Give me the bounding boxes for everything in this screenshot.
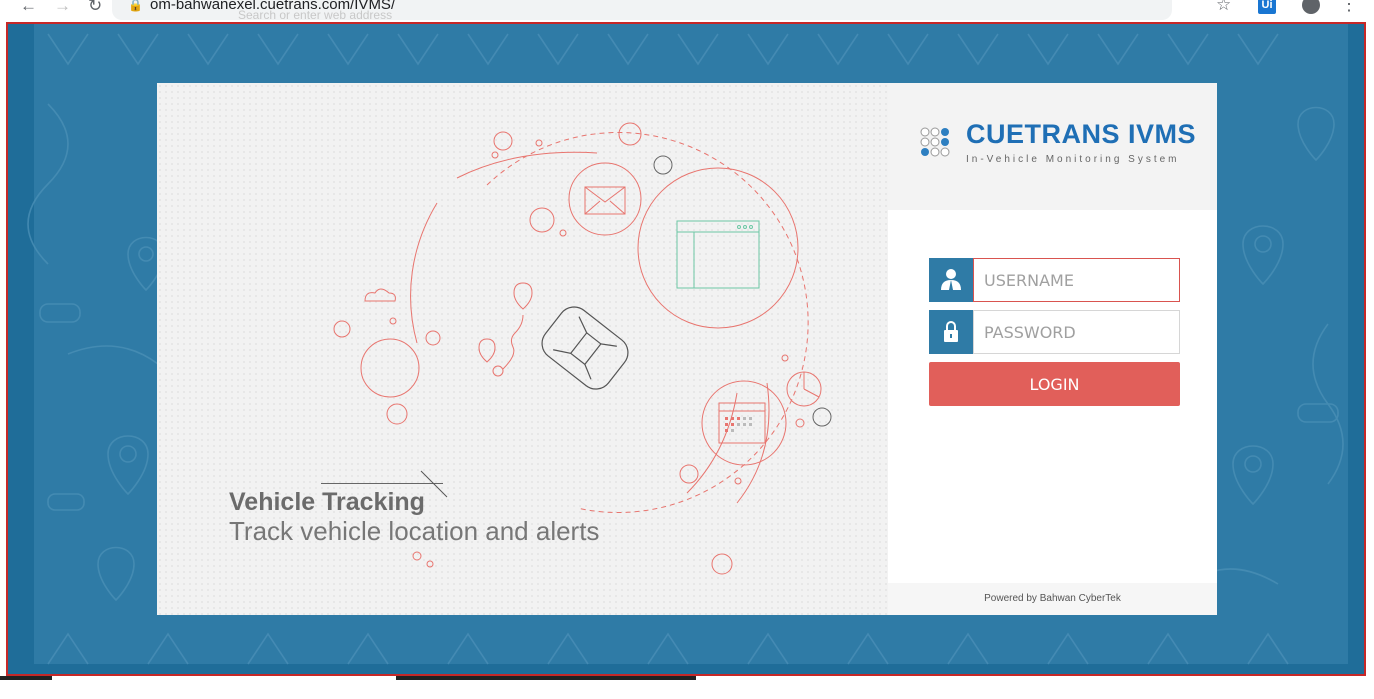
login-card: Vehicle Tracking Track vehicle location … <box>157 83 1217 615</box>
login-panel: CUETRANS IVMS In-Vehicle Monitoring Syst… <box>888 83 1217 615</box>
back-icon[interactable]: ← <box>20 0 37 16</box>
username-input[interactable] <box>973 258 1180 302</box>
logo-tagline: In-Vehicle Monitoring System <box>966 154 1180 165</box>
hero-title: Vehicle Tracking <box>229 488 425 516</box>
page-viewport: Vehicle Tracking Track vehicle location … <box>6 22 1366 676</box>
browser-toolbar: ← → ↻ 🔒 om-bahwanexel.cuetrans.com/IVMS/… <box>0 0 1374 22</box>
forward-icon[interactable]: → <box>54 0 71 16</box>
lock-icon: 🔒 <box>128 0 143 12</box>
logo-brand: CUETRANS IVMS <box>966 119 1197 149</box>
star-icon[interactable]: ☆ <box>1216 0 1231 15</box>
logo-dots-icon <box>920 127 950 157</box>
reload-icon[interactable]: ↻ <box>88 0 102 16</box>
padlock-icon <box>929 310 973 354</box>
taskbar-segment <box>396 676 696 680</box>
account-icon[interactable] <box>1302 0 1320 14</box>
taskbar-segment <box>0 676 52 680</box>
hero-subtitle: Track vehicle location and alerts <box>229 516 600 546</box>
password-field <box>929 310 1180 354</box>
bottom-strip <box>0 676 1374 699</box>
password-input[interactable] <box>973 310 1180 354</box>
logo-area: CUETRANS IVMS In-Vehicle Monitoring Syst… <box>888 83 1217 210</box>
more-vert-icon[interactable]: ⋮ <box>1340 0 1358 15</box>
address-ghost-placeholder: Search or enter web address <box>238 8 393 22</box>
powered-by-footer: Powered by Bahwan CyberTek <box>888 583 1217 615</box>
illustration-panel: Vehicle Tracking Track vehicle location … <box>157 83 888 615</box>
login-button[interactable]: LOGIN <box>929 362 1180 406</box>
user-icon <box>929 258 973 302</box>
extension-icon[interactable]: Ui <box>1258 0 1276 14</box>
username-field <box>929 258 1180 302</box>
